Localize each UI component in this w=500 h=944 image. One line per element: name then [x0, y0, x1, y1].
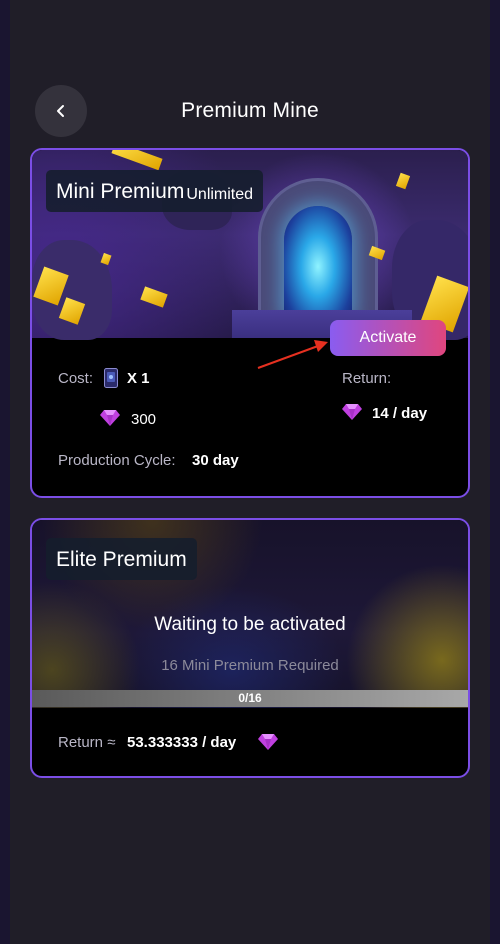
gold-crystal — [140, 286, 168, 308]
mini-premium-card: Mini Premium Unlimited Activate Cost: X … — [30, 148, 470, 498]
ticket-icon — [104, 368, 118, 388]
gem-icon — [100, 410, 120, 426]
portal-glow — [284, 206, 352, 316]
return-label: Return ≈ — [58, 734, 116, 751]
activate-button[interactable]: Activate — [330, 320, 446, 356]
header: Premium Mine — [0, 84, 500, 138]
right-edge — [490, 0, 500, 944]
gem-icon — [342, 404, 362, 420]
card-title-plate: Mini Premium Unlimited — [46, 170, 264, 212]
gem-icon — [258, 734, 278, 750]
gold-crystal — [100, 252, 112, 266]
page-title: Premium Mine — [181, 99, 319, 122]
cost-gems-amount: 300 — [131, 411, 157, 428]
activation-status: Waiting to be activated — [154, 614, 346, 635]
red-arrow-icon — [257, 340, 328, 369]
requirement-text: 16 Mini Premium Required — [161, 657, 339, 674]
card-title-plate: Elite Premium — [46, 538, 197, 580]
left-edge — [0, 0, 10, 944]
return-value: 53.333333 / day — [127, 734, 237, 751]
return-label: Return: — [342, 370, 392, 387]
cost-label: Cost: — [58, 370, 94, 387]
card-title: Mini Premium — [56, 180, 185, 203]
gold-crystal — [395, 172, 411, 190]
gold-crystal — [111, 150, 163, 171]
elite-premium-card: Elite Premium Waiting to be activated 16… — [30, 518, 470, 778]
production-cycle-label: Production Cycle: — [58, 452, 176, 469]
progress-text: 0/16 — [238, 691, 262, 705]
unlimited-badge: Unlimited — [186, 186, 254, 203]
cost-ticket-quantity: X 1 — [127, 370, 150, 387]
card-title: Elite Premium — [56, 548, 187, 571]
progress-bar: 0/16 — [32, 690, 468, 707]
return-value: 14 / day — [372, 405, 428, 422]
production-cycle-value: 30 day — [192, 452, 239, 469]
